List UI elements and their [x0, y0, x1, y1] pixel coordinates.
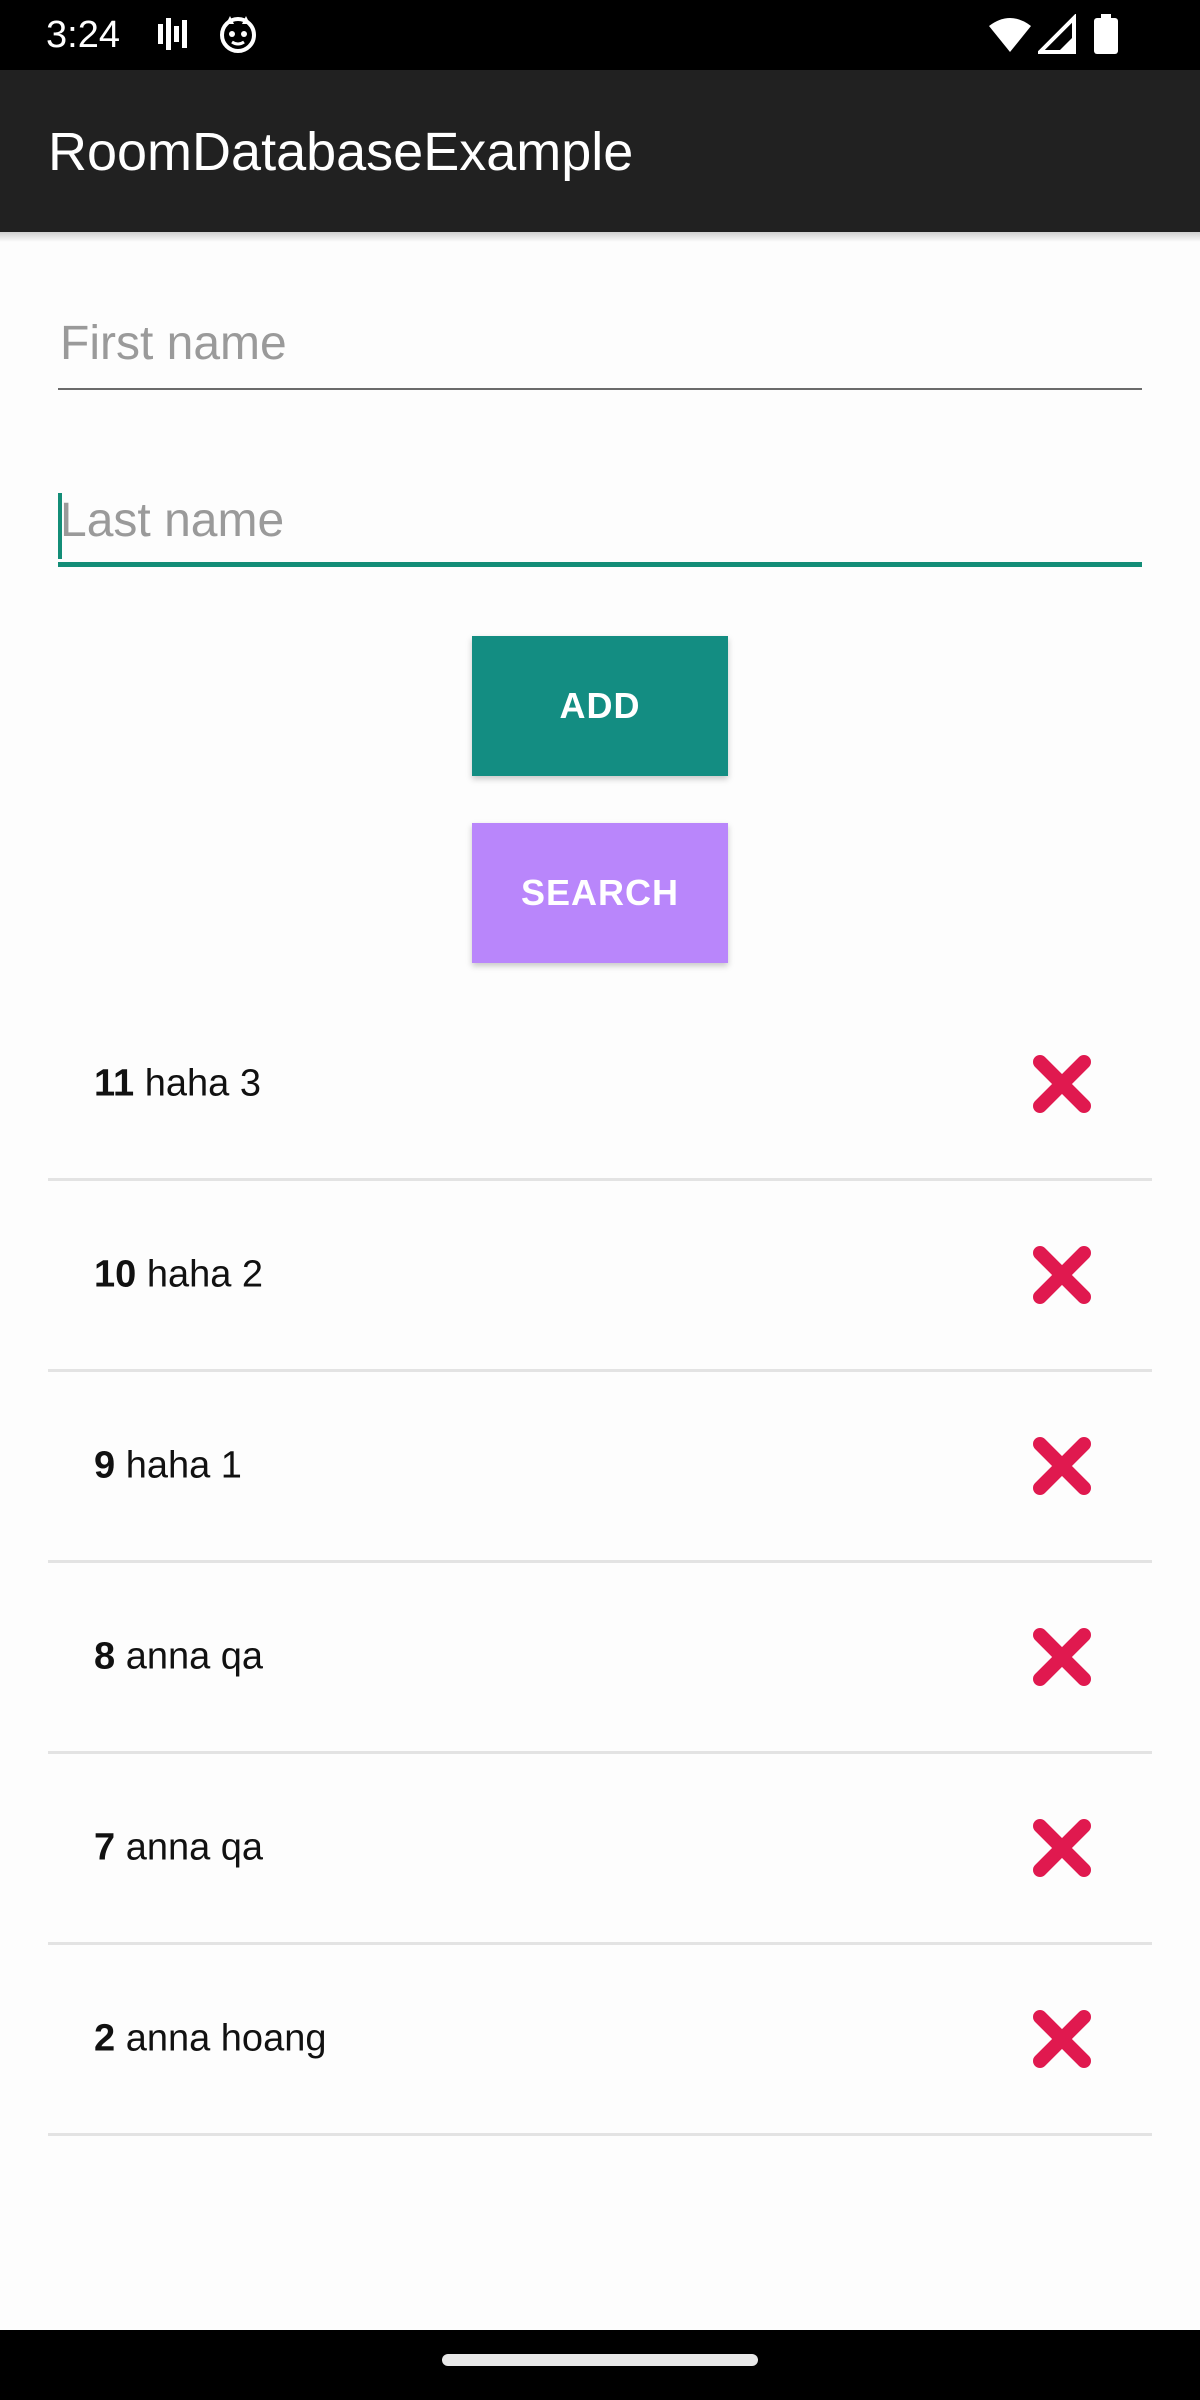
wifi-icon: [988, 14, 1032, 59]
user-id: 7: [94, 1826, 116, 1869]
close-icon[interactable]: [1030, 2007, 1094, 2071]
user-name: anna hoang: [125, 2017, 327, 2060]
user-label: 9 haha 1: [94, 1445, 242, 1488]
first-name-underline: [58, 388, 1142, 390]
close-icon[interactable]: [1030, 1052, 1094, 1116]
cellular-signal-icon: [1035, 13, 1078, 59]
signal-bars-icon: [156, 14, 192, 59]
list-item: 9 haha 1: [48, 1372, 1152, 1563]
user-id: 9: [94, 1444, 116, 1487]
cat-face-icon: [218, 14, 258, 59]
user-name: anna qa: [125, 1826, 264, 1869]
user-list: 11 haha 3 10 haha 2 9 haha 1 8 anna qa 7…: [48, 990, 1152, 2136]
user-name: haha 2: [146, 1253, 264, 1296]
close-icon[interactable]: [1030, 1816, 1094, 1880]
user-id: 2: [94, 2017, 116, 2060]
status-bar: 3:24: [0, 0, 1200, 70]
last-name-field[interactable]: [58, 477, 1142, 567]
user-label: 8 anna qa: [94, 1636, 263, 1679]
list-item: 11 haha 3: [48, 990, 1152, 1181]
app-bar: RoomDatabaseExample: [0, 70, 1200, 232]
close-icon[interactable]: [1030, 1434, 1094, 1498]
user-name: haha 1: [125, 1444, 242, 1487]
user-label: 10 haha 2: [94, 1254, 263, 1297]
status-time: 3:24: [46, 14, 120, 56]
home-handle[interactable]: [442, 2354, 758, 2366]
first-name-field[interactable]: [58, 300, 1142, 390]
user-label: 11 haha 3: [94, 1063, 261, 1106]
app-title: RoomDatabaseExample: [48, 122, 634, 182]
user-label: 2 anna hoang: [94, 2018, 326, 2061]
first-name-input[interactable]: [58, 300, 1142, 386]
text-cursor: [58, 493, 62, 559]
user-id: 8: [94, 1635, 116, 1678]
user-name: anna qa: [125, 1635, 264, 1678]
close-icon[interactable]: [1030, 1625, 1094, 1689]
user-name: haha 3: [144, 1062, 261, 1105]
last-name-underline: [58, 562, 1142, 567]
search-button[interactable]: SEARCH: [472, 823, 728, 963]
list-item: 10 haha 2: [48, 1181, 1152, 1372]
list-item: 8 anna qa: [48, 1563, 1152, 1754]
navigation-bar: [0, 2330, 1200, 2400]
add-button[interactable]: ADD: [472, 636, 728, 776]
battery-icon: [1092, 14, 1120, 61]
user-label: 7 anna qa: [94, 1827, 263, 1870]
user-id: 11: [94, 1062, 135, 1105]
list-item: 7 anna qa: [48, 1754, 1152, 1945]
last-name-input[interactable]: [58, 477, 1142, 563]
close-icon[interactable]: [1030, 1243, 1094, 1307]
app-bar-shadow: [0, 232, 1200, 242]
list-item: 2 anna hoang: [48, 1945, 1152, 2136]
user-id: 10: [94, 1253, 137, 1296]
